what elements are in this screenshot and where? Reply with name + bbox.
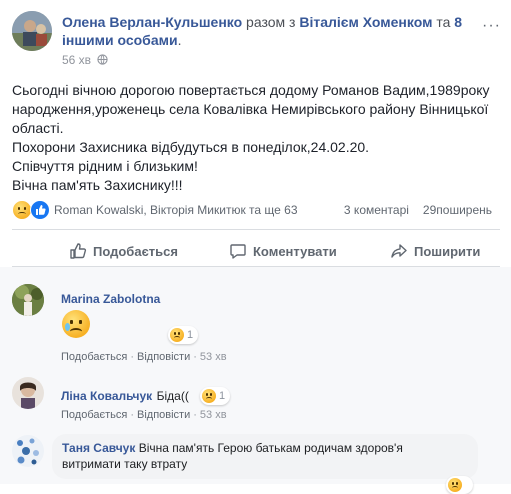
shares-count[interactable]: 29поширень: [423, 203, 492, 217]
post-line: області.: [12, 120, 64, 136]
comment-content: Таня Савчук Вічна пам'ять Герою батькам …: [62, 440, 468, 456]
comment-reply-link[interactable]: Відповісти: [137, 351, 190, 363]
comment-avatar[interactable]: [12, 435, 44, 467]
reactions-summary: Roman Kowalski, Вікторія Микитюк та ще 6…: [12, 200, 500, 220]
counts: 3 коментарі 29поширень: [344, 203, 492, 217]
like-button[interactable]: Подобається: [69, 236, 178, 266]
globe-icon: [97, 54, 109, 68]
post-line: Сьогодні вічною дорогою повертається дод…: [12, 82, 490, 98]
sad-reaction-icon: [170, 328, 184, 342]
sad-reaction-icon: [448, 478, 462, 492]
reactors-text[interactable]: Roman Kowalski, Вікторія Микитюк та ще 6…: [54, 203, 298, 217]
comment-time[interactable]: 53 хв: [200, 351, 227, 363]
reaction-count: 1: [219, 390, 226, 402]
with-text: разом з: [242, 14, 300, 30]
comment-label: Коментувати: [253, 243, 337, 259]
comment-meta: Подобається · Відповісти · 53 хв: [61, 409, 227, 421]
post-actions: Подобається Коментувати Поширити: [12, 236, 500, 266]
comment-reply-link[interactable]: Відповісти: [137, 409, 190, 421]
crying-emoji-icon: [62, 310, 90, 338]
comment-avatar[interactable]: [12, 377, 44, 409]
post-line: Похорони Захисника відбудуться в понеділ…: [12, 139, 370, 155]
post-timestamp-row: 56 хв: [62, 53, 109, 68]
others-suffix: .: [177, 32, 182, 48]
comment-like-link[interactable]: Подобається: [61, 409, 127, 421]
comment-button[interactable]: Коментувати: [229, 236, 337, 266]
comments-section: Marina Zabolotna 1 Подобається · Відповіст…: [0, 267, 511, 494]
post-line: народження,уроженець села Ковалівка Неми…: [12, 101, 489, 117]
author-name[interactable]: Олена Верлан-Кульшенко: [62, 14, 242, 30]
commenter-name[interactable]: Ліна Ковальчук: [61, 389, 152, 403]
post-line: Співчуття рідним і близьким!: [12, 158, 198, 174]
post-line: Вічна пам'ять Захиснику!!!: [12, 177, 183, 193]
comment-time[interactable]: 53 хв: [200, 409, 227, 421]
comment-text: Вічна пам'ять Герою батькам родичам здор…: [138, 441, 403, 455]
comment-reactions[interactable]: 1: [168, 326, 199, 344]
share-button[interactable]: Поширити: [390, 236, 480, 266]
comment-like-link[interactable]: Подобається: [61, 351, 127, 363]
divider: [12, 229, 500, 230]
comment-avatar[interactable]: [12, 284, 44, 316]
like-label: Подобається: [93, 243, 178, 259]
author-avatar[interactable]: [12, 11, 52, 51]
share-icon: [391, 244, 407, 258]
reaction-icons[interactable]: [12, 200, 52, 220]
commenter-name[interactable]: Marina Zabolotna: [61, 292, 160, 306]
more-options-icon[interactable]: ···: [482, 17, 501, 35]
comment-text: Біда((: [156, 389, 189, 403]
comment-bubble: Таня Савчук Вічна пам'ять Герою батькам …: [52, 434, 478, 479]
comment-line: Ліна Ковальчук Біда((: [61, 387, 189, 405]
post-header: Олена Верлан-Кульшенко разом з Віталієм …: [62, 13, 472, 49]
commenter-name[interactable]: Таня Савчук: [62, 441, 135, 455]
like-reaction-icon: [30, 200, 50, 220]
comment-reactions[interactable]: 1: [200, 387, 231, 405]
share-label: Поширити: [414, 243, 481, 259]
comment-text-continued: витримати таку втрату: [62, 457, 188, 471]
post-body: Сьогодні вічною дорогою повертається дод…: [12, 81, 492, 195]
reaction-count: 1: [187, 329, 194, 341]
and-text: та: [432, 14, 455, 30]
post-time[interactable]: 56 хв: [62, 53, 91, 67]
comment-name: Marina Zabolotna: [61, 290, 160, 308]
comment-meta: Подобається · Відповісти · 53 хв: [61, 351, 227, 363]
thumbs-up-icon: [70, 243, 87, 259]
facebook-post: Олена Верлан-Кульшенко разом з Віталієм …: [0, 0, 511, 494]
tagged-person[interactable]: Віталієм Хоменком: [299, 14, 432, 30]
comment-reactions[interactable]: [446, 476, 473, 494]
comment-icon: [230, 244, 246, 259]
comments-count[interactable]: 3 коментарі: [344, 203, 409, 217]
sad-reaction-icon: [202, 389, 216, 403]
sad-reaction-icon: [12, 200, 32, 220]
